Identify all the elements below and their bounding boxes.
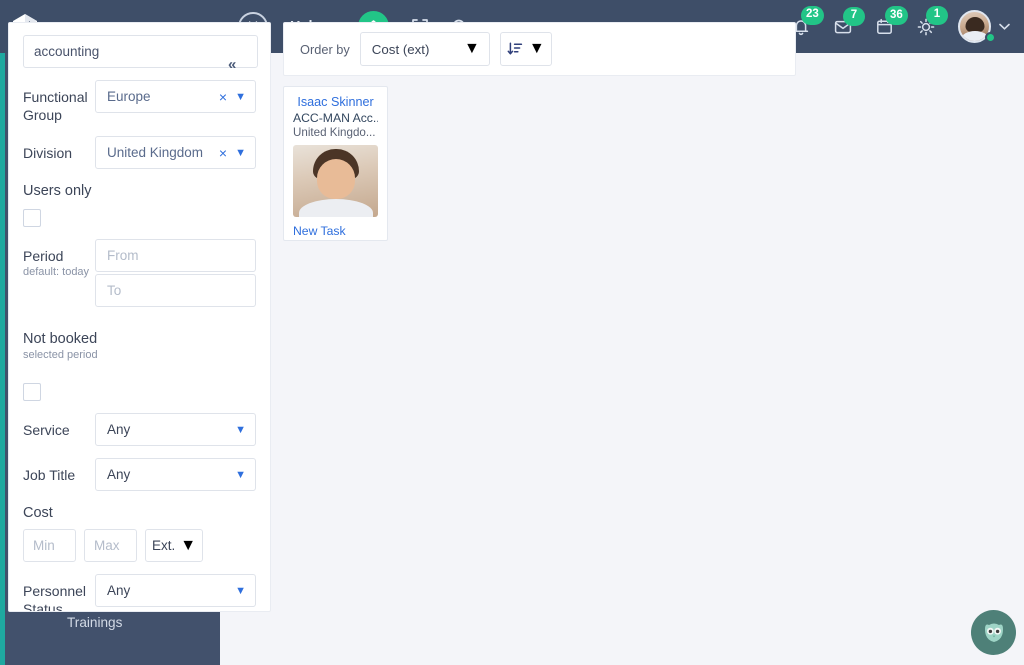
owl-chat-icon <box>984 623 1003 642</box>
cost-unit-select[interactable]: Ext. ▼ <box>145 529 203 562</box>
service-value: Any <box>107 422 131 437</box>
user-menu[interactable] <box>958 10 1010 43</box>
chatbot-button[interactable] <box>971 610 1016 655</box>
service-select[interactable]: Any ▼ <box>95 413 256 446</box>
not-booked-sub-label: selected period <box>23 349 98 361</box>
chevron-down-icon: ▼ <box>235 90 246 103</box>
clear-icon[interactable]: × <box>219 145 227 161</box>
online-status-dot <box>985 32 996 43</box>
person-name-link[interactable]: Isaac Skinner <box>293 95 378 109</box>
new-task-link[interactable]: New Task <box>293 224 378 238</box>
cost-controls: Ext. ▼ <box>23 529 256 562</box>
chevron-down-icon: ▼ <box>235 584 246 597</box>
functional-group-select[interactable]: Europe × ▼ <box>95 80 256 113</box>
person-location: United Kingdo... <box>293 126 376 139</box>
person-role: ACC-MAN Acc... <box>293 111 378 125</box>
chevron-down-icon: ▼ <box>463 40 480 57</box>
messages-envelope[interactable]: 7 <box>833 6 865 36</box>
functional-group-value: Europe <box>107 89 151 104</box>
chevron-down-icon <box>999 23 1010 30</box>
service-label: Service <box>23 422 70 438</box>
personnel-status-select[interactable]: Any ▼ <box>95 574 256 607</box>
job-title-value: Any <box>107 467 131 482</box>
not-booked-label: Not booked <box>23 331 98 347</box>
division-value: United Kingdom <box>107 145 204 160</box>
person-photo <box>293 145 378 217</box>
period-label-text: Period <box>23 248 64 264</box>
period-from-input[interactable] <box>95 239 256 272</box>
filter-division: Division United Kingdom × ▼ <box>23 136 256 169</box>
envelope-badge-count: 7 <box>843 6 865 26</box>
photo-face <box>316 159 355 199</box>
search-input[interactable] <box>23 35 258 68</box>
cost-unit-value: Ext. <box>151 538 176 553</box>
period-label: Period default: today <box>23 239 95 279</box>
division-label: Division <box>23 145 73 161</box>
collapse-panel-button[interactable]: « <box>228 56 236 73</box>
chevron-down-icon: ▼ <box>528 40 545 57</box>
filter-period: Period default: today <box>23 239 256 307</box>
personnel-status-value: Any <box>107 583 131 598</box>
personnel-status-label: Personnel Status <box>23 583 87 612</box>
chevron-down-icon: ▼ <box>235 146 246 159</box>
cost-max-input[interactable] <box>84 529 137 562</box>
calendar-tasks[interactable]: 36 <box>875 6 908 36</box>
order-by-label: Order by <box>300 41 350 57</box>
chevron-down-icon: ▼ <box>235 468 246 481</box>
calendar-badge-count: 36 <box>885 6 908 25</box>
result-card[interactable]: Isaac Skinner ACC-MAN Acc... United King… <box>283 86 388 241</box>
not-booked-checkbox[interactable] <box>23 383 41 401</box>
photo-shirt <box>298 199 373 217</box>
chevron-down-icon: ▼ <box>180 536 197 554</box>
sidebar-fade <box>5 649 220 665</box>
division-select[interactable]: United Kingdom × ▼ <box>95 136 256 169</box>
app-root: ✕ Help <box>0 0 1024 665</box>
results-toolbar: Order by Cost (ext) ▼ ▼ <box>283 22 796 76</box>
job-title-label: Job Title <box>23 467 76 483</box>
chevron-down-icon: ▼ <box>235 423 246 436</box>
header-notifications: 23 7 36 1 <box>791 5 1024 43</box>
period-to-input[interactable] <box>95 274 256 307</box>
filter-service: Service Any ▼ <box>23 413 256 446</box>
sidebar-item-label: Trainings <box>67 614 123 630</box>
users-only-checkbox[interactable] <box>23 209 41 227</box>
clear-icon[interactable]: × <box>219 89 227 105</box>
order-by-select[interactable]: Cost (ext) ▼ <box>359 32 490 66</box>
brightness-badge-count: 1 <box>926 5 948 25</box>
cost-min-input[interactable] <box>23 529 76 562</box>
sort-direction-button[interactable]: ▼ <box>499 32 552 66</box>
brightness-toggle[interactable]: 1 <box>916 5 948 37</box>
functional-group-label: Functional Group <box>23 89 88 123</box>
filter-functional-group: Functional Group Europe × ▼ <box>23 80 256 124</box>
cost-label: Cost <box>23 505 53 521</box>
bell-badge-count: 23 <box>801 5 824 25</box>
users-only-label: Users only <box>23 183 92 199</box>
filter-job-title: Job Title Any ▼ <box>23 458 256 491</box>
sort-descending-icon <box>507 42 523 55</box>
filter-personnel-status: Personnel Status Any ▼ <box>23 574 256 612</box>
order-by-value: Cost (ext) <box>371 41 430 57</box>
filter-panel: Functional Group Europe × ▼ Division Uni… <box>8 22 271 612</box>
period-sub-label: default: today <box>23 265 90 278</box>
job-title-select[interactable]: Any ▼ <box>95 458 256 491</box>
